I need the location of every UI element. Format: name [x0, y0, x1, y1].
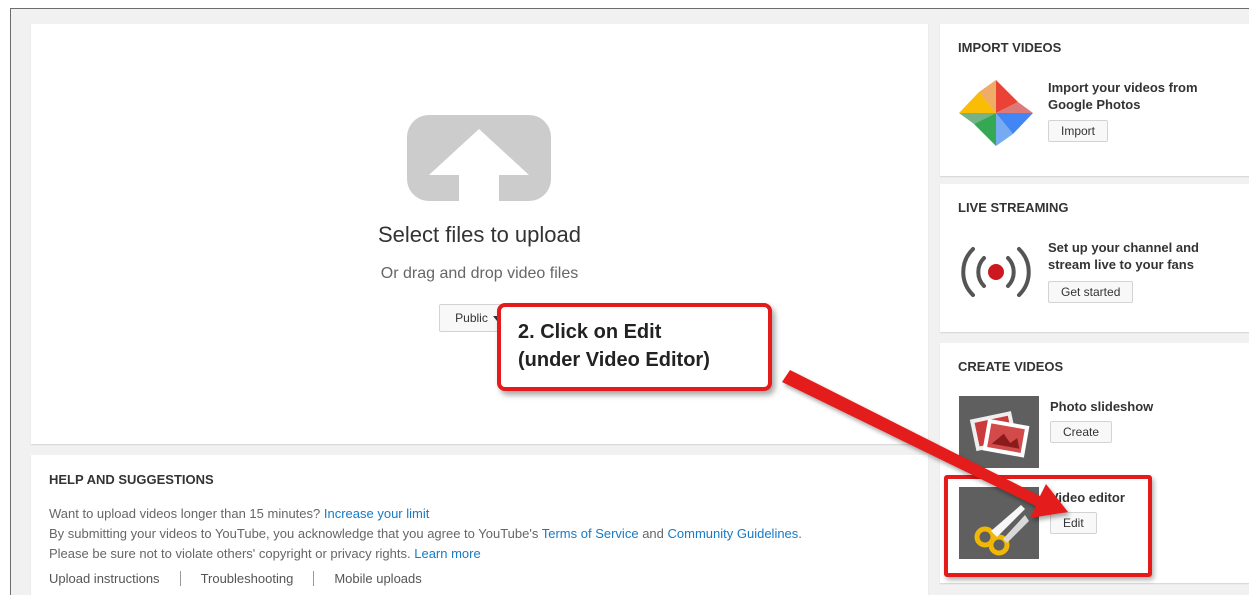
- live-broadcast-icon: [961, 247, 1031, 297]
- upload-arrow-icon[interactable]: [407, 115, 551, 201]
- create-videos-title: CREATE VIDEOS: [958, 359, 1064, 374]
- help-limit-text: Want to upload videos longer than 15 min…: [49, 506, 321, 521]
- mobile-uploads-link[interactable]: Mobile uploads: [334, 571, 421, 586]
- help-period: .: [798, 526, 802, 541]
- create-slideshow-button[interactable]: Create: [1050, 421, 1113, 443]
- upload-title[interactable]: Select files to upload: [31, 222, 928, 248]
- help-links-row: Upload instructions Troubleshooting Mobi…: [49, 571, 422, 586]
- upload-instructions-link[interactable]: Upload instructions: [49, 571, 160, 586]
- upload-dropzone[interactable]: Select files to upload Or drag and drop …: [31, 24, 928, 444]
- divider: [179, 571, 181, 586]
- troubleshooting-link[interactable]: Troubleshooting: [201, 571, 294, 586]
- help-line-copyright: Please be sure not to violate others' co…: [49, 546, 481, 561]
- help-and-text: and: [642, 526, 664, 541]
- callout-line-2: (under Video Editor): [518, 349, 710, 371]
- help-title: HELP AND SUGGESTIONS: [49, 472, 214, 487]
- video-editor-highlight: [944, 475, 1152, 577]
- import-videos-panel: IMPORT VIDEOS Import your videos from Go…: [940, 24, 1249, 176]
- live-streaming-description: Set up your channel and stream live to y…: [1048, 240, 1199, 272]
- upload-page: Select files to upload Or drag and drop …: [10, 8, 1249, 595]
- get-started-button[interactable]: Get started: [1048, 281, 1134, 303]
- terms-of-service-link[interactable]: Terms of Service: [542, 526, 639, 541]
- live-streaming-title: LIVE STREAMING: [958, 200, 1069, 215]
- callout-line-1: 2. Click on Edit: [518, 321, 662, 343]
- drag-drop-hint: Or drag and drop video files: [380, 265, 579, 282]
- google-photos-icon: [959, 80, 1033, 146]
- import-button[interactable]: Import: [1048, 120, 1109, 142]
- photo-slideshow-icon[interactable]: [959, 396, 1039, 468]
- help-and-suggestions-panel: HELP AND SUGGESTIONS Want to upload vide…: [31, 455, 928, 595]
- divider: [313, 571, 315, 586]
- help-copyright-text: Please be sure not to violate others' co…: [49, 546, 411, 561]
- instruction-callout: 2. Click on Edit (under Video Editor): [497, 303, 772, 391]
- privacy-dropdown-label: Public: [455, 311, 488, 325]
- live-streaming-panel: LIVE STREAMING Set up your channel and s…: [940, 184, 1249, 332]
- learn-more-link[interactable]: Learn more: [414, 546, 480, 561]
- help-line-terms: By submitting your videos to YouTube, yo…: [49, 526, 802, 541]
- help-line-limit: Want to upload videos longer than 15 min…: [49, 506, 429, 521]
- increase-limit-link[interactable]: Increase your limit: [324, 506, 429, 521]
- import-videos-title: IMPORT VIDEOS: [958, 40, 1062, 55]
- import-description: Import your videos from Google Photos: [1048, 80, 1198, 112]
- photo-slideshow-label: Photo slideshow: [1050, 399, 1154, 414]
- help-terms-text: By submitting your videos to YouTube, yo…: [49, 526, 539, 541]
- community-guidelines-link[interactable]: Community Guidelines: [668, 526, 799, 541]
